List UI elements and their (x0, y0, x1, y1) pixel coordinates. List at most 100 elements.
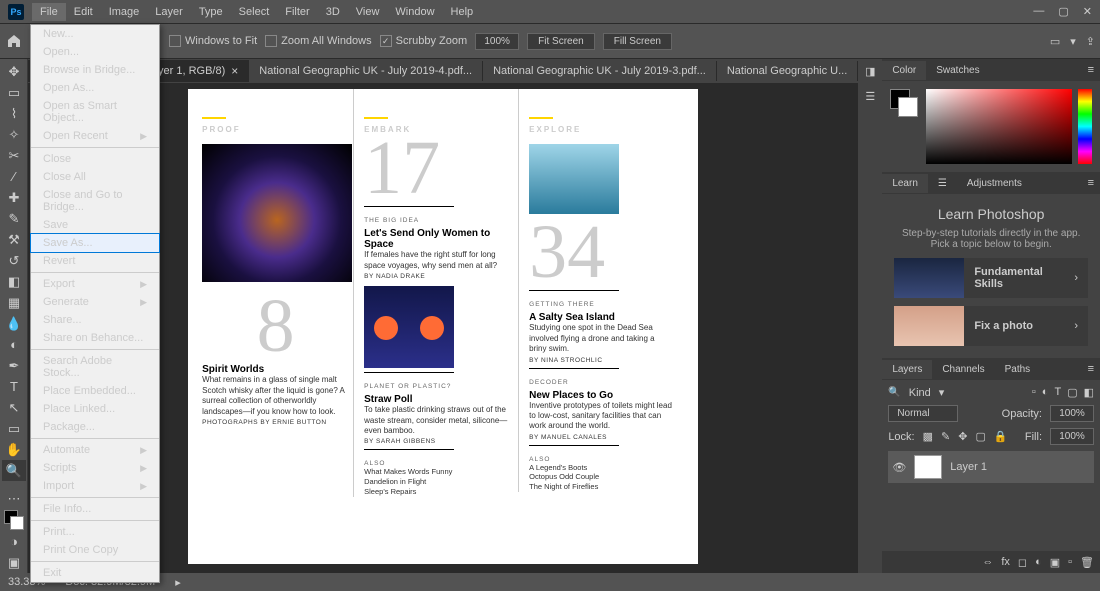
menu-item-open-as[interactable]: Open As... (31, 79, 159, 97)
menu-item-export[interactable]: Export▶ (31, 275, 159, 293)
paths-tab[interactable]: Paths (995, 360, 1041, 379)
foreground-color-swatch[interactable] (890, 89, 920, 117)
layers-tab[interactable]: Layers (882, 360, 932, 379)
scrubby-zoom-checkbox[interactable]: Scrubby Zoom (380, 35, 468, 47)
shape-tool-icon[interactable]: ▭ (2, 418, 26, 439)
gradient-tool-icon[interactable]: ▦ (2, 292, 26, 313)
new-layer-icon[interactable]: ▫ (1068, 556, 1072, 568)
quick-mask-icon[interactable]: ◑ (2, 531, 26, 552)
group-icon[interactable]: ▣ (1050, 556, 1060, 569)
filter-adjust-icon[interactable]: ◐ (1042, 386, 1049, 399)
close-window-icon[interactable]: ✕ (1083, 5, 1092, 18)
menu-item-place-linked[interactable]: Place Linked... (31, 400, 159, 418)
pen-tool-icon[interactable]: ✒ (2, 355, 26, 376)
channels-tab[interactable]: Channels (932, 360, 994, 379)
menu-item-import[interactable]: Import▶ (31, 477, 159, 495)
document-tab[interactable]: National Geographic UK - July 2019-4.pdf… (249, 61, 483, 81)
zoom-percent-input[interactable]: 100% (475, 33, 519, 50)
menu-item-open-recent[interactable]: Open Recent▶ (31, 127, 159, 145)
blend-mode-dropdown[interactable]: Normal (888, 405, 958, 422)
color-picker-gradient[interactable] (926, 89, 1072, 164)
maximize-icon[interactable]: ▢ (1058, 5, 1068, 18)
hue-slider[interactable] (1078, 89, 1092, 164)
stamp-tool-icon[interactable]: ⚒ (2, 229, 26, 250)
document-canvas[interactable]: PROOF 8 Spirit Worlds What remains in a … (188, 89, 698, 564)
zoom-all-checkbox[interactable]: Zoom All Windows (265, 35, 371, 47)
properties-panel-icon[interactable]: ☰ (865, 90, 875, 103)
eyedropper-tool-icon[interactable]: ⁄ (2, 166, 26, 187)
menu-item-exit[interactable]: Exit (31, 564, 159, 582)
type-tool-icon[interactable]: T (2, 376, 26, 397)
opacity-input[interactable]: 100% (1050, 405, 1094, 422)
menu-item-open-as-smart-object[interactable]: Open as Smart Object... (31, 97, 159, 127)
menu-item-print[interactable]: Print... (31, 523, 159, 541)
home-icon[interactable] (5, 32, 23, 50)
fit-screen-button[interactable]: Fit Screen (527, 33, 595, 50)
filter-shape-icon[interactable]: ▢ (1067, 386, 1077, 399)
layer-row[interactable]: 👁 Layer 1 (888, 451, 1094, 483)
adjustment-layer-icon[interactable]: ◐ (1035, 556, 1042, 568)
document-tab[interactable]: National Geographic UK - July 2019-3.pdf… (483, 61, 717, 81)
edit-toolbar-icon[interactable]: ⋯ (2, 489, 26, 510)
menu-item-close-all[interactable]: Close All (31, 168, 159, 186)
menu-item-file-info[interactable]: File Info... (31, 500, 159, 518)
panel-menu-icon[interactable]: ≡ (1088, 64, 1100, 76)
menu-item-save[interactable]: Save (31, 216, 159, 234)
filter-type-icon[interactable]: T (1054, 386, 1061, 399)
adjustments-tab[interactable]: Adjustments (957, 174, 1032, 193)
fill-screen-button[interactable]: Fill Screen (603, 33, 672, 50)
libraries-tab-icon[interactable]: ☰ (928, 174, 957, 193)
blur-tool-icon[interactable]: 💧 (2, 313, 26, 334)
dodge-tool-icon[interactable]: ◐ (2, 334, 26, 355)
path-tool-icon[interactable]: ↖ (2, 397, 26, 418)
resize-windows-checkbox[interactable]: Windows to Fit (169, 35, 257, 47)
menu-item-automate[interactable]: Automate▶ (31, 441, 159, 459)
menu-window[interactable]: Window (387, 3, 442, 21)
color-tab[interactable]: Color (882, 61, 926, 80)
history-brush-tool-icon[interactable]: ↺ (2, 250, 26, 271)
magic-wand-tool-icon[interactable]: ✧ (2, 124, 26, 145)
filter-smart-icon[interactable]: ◧ (1084, 386, 1094, 399)
workspace-icon[interactable]: ▾ (1070, 35, 1076, 48)
menu-select[interactable]: Select (231, 3, 278, 21)
lock-artboard-icon[interactable]: ▢ (975, 430, 985, 443)
link-layers-icon[interactable]: ⇔ (982, 556, 993, 568)
swatches-tab[interactable]: Swatches (926, 61, 989, 80)
visibility-eye-icon[interactable]: 👁 (892, 461, 906, 474)
document-tab[interactable]: National Geographic U... (717, 61, 858, 81)
menu-item-generate[interactable]: Generate▶ (31, 293, 159, 311)
crop-tool-icon[interactable]: ✂ (2, 145, 26, 166)
status-arrow-icon[interactable]: ▸ (175, 576, 181, 589)
close-tab-icon[interactable]: × (231, 64, 238, 78)
menu-item-share[interactable]: Share... (31, 311, 159, 329)
screen-mode-icon[interactable]: ▣ (2, 552, 26, 573)
brush-tool-icon[interactable]: ✎ (2, 208, 26, 229)
menu-help[interactable]: Help (443, 3, 482, 21)
menu-layer[interactable]: Layer (147, 3, 191, 21)
menu-view[interactable]: View (348, 3, 388, 21)
history-panel-icon[interactable]: ◨ (865, 65, 875, 78)
menu-item-share-on-behance[interactable]: Share on Behance... (31, 329, 159, 347)
layer-style-icon[interactable]: fx (1001, 556, 1010, 568)
foreground-bg-swatch[interactable] (2, 510, 26, 531)
menu-item-new[interactable]: New... (31, 25, 159, 43)
filter-pixel-icon[interactable]: ▫ (1032, 386, 1036, 399)
minimize-icon[interactable]: — (1033, 5, 1044, 18)
lock-pixels-icon[interactable]: ✎ (941, 430, 950, 443)
lock-position-icon[interactable]: ✥ (958, 430, 967, 443)
menu-3d[interactable]: 3D (318, 3, 348, 21)
hand-tool-icon[interactable]: ✋ (2, 439, 26, 460)
menu-item-browse-in-bridge[interactable]: Browse in Bridge... (31, 61, 159, 79)
menu-filter[interactable]: Filter (277, 3, 317, 21)
lasso-tool-icon[interactable]: ⌇ (2, 103, 26, 124)
menu-item-search-adobe-stock[interactable]: Search Adobe Stock... (31, 352, 159, 382)
search-icon[interactable]: ▭ (1050, 35, 1060, 48)
menu-edit[interactable]: Edit (66, 3, 101, 21)
panel-menu-icon[interactable]: ≡ (1088, 177, 1100, 189)
menu-item-close-and-go-to-bridge[interactable]: Close and Go to Bridge... (31, 186, 159, 216)
learn-tab[interactable]: Learn (882, 174, 928, 193)
menu-item-close[interactable]: Close (31, 150, 159, 168)
move-tool-icon[interactable]: ✥ (2, 61, 26, 82)
layer-mask-icon[interactable]: ◻ (1018, 556, 1027, 569)
share-icon[interactable]: ⇪ (1086, 35, 1095, 48)
